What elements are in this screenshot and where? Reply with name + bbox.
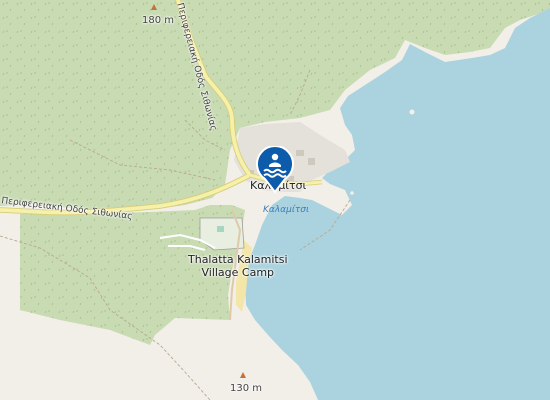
map-base-layer bbox=[0, 0, 550, 400]
campsite-label-line1: Thalatta Kalamitsi bbox=[188, 253, 288, 266]
peak-marker-north bbox=[151, 4, 157, 10]
islet bbox=[350, 191, 354, 195]
peak-elevation-north: 180 m bbox=[142, 15, 175, 26]
building bbox=[308, 158, 315, 165]
peak-marker-south bbox=[240, 372, 246, 378]
campsite-label-line2: Village Camp bbox=[201, 265, 275, 279]
map-canvas[interactable]: 180 m 130 m Περιφερειακή Οδός Σιθωνίας Π… bbox=[0, 0, 550, 400]
pool bbox=[217, 226, 224, 232]
swimming-icon bbox=[256, 145, 294, 194]
bay-label: Καλαμίτσι bbox=[263, 205, 310, 215]
campsite-label[interactable]: Thalatta Kalamitsi Village Camp bbox=[188, 253, 288, 279]
islet bbox=[409, 109, 415, 115]
location-marker[interactable] bbox=[255, 145, 295, 194]
building bbox=[296, 150, 304, 156]
peak-elevation-south: 130 m bbox=[230, 383, 263, 394]
